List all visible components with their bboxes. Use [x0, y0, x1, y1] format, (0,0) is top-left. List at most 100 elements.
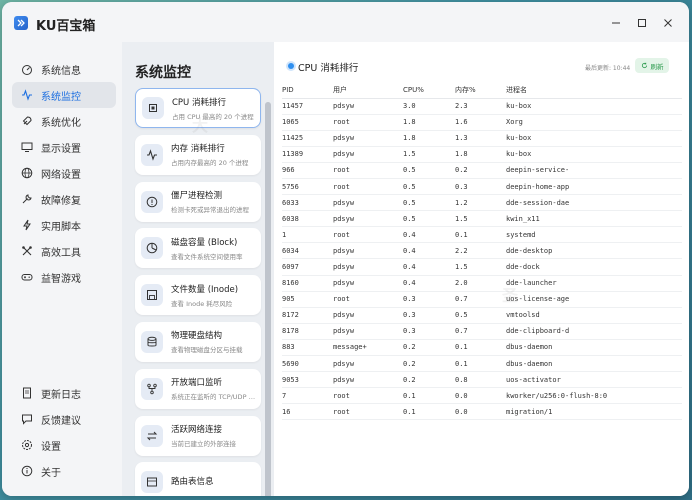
sidebar-item-changelog[interactable]: 更新日志 — [12, 380, 116, 406]
cell-pid: 9053 — [282, 371, 333, 389]
cell-mem: 1.6 — [455, 114, 506, 131]
cell-mem: 0.0 — [455, 387, 506, 405]
cell-user: pdsyw — [333, 355, 403, 373]
sidebar-item-tools[interactable]: 高效工具 — [12, 238, 116, 264]
cell-pid: 5690 — [282, 355, 333, 373]
minimize-button[interactable] — [605, 12, 627, 34]
card-subtitle: 系统正在监听的 TCP/UDP 端口 — [171, 393, 255, 402]
cell-user: pdsyw — [333, 194, 403, 212]
sidebar-item-scripts[interactable]: 实用脚本 — [12, 212, 116, 238]
table-row[interactable]: 8160 pdsyw 0.4 2.0 dde-launcher — [282, 275, 682, 292]
table-row[interactable]: 8172 pdsyw 0.3 0.5 vmtoolsd — [282, 307, 682, 324]
cell-cpu: 0.5 — [403, 178, 455, 196]
cell-cpu: 0.3 — [403, 291, 455, 308]
card-active-connections[interactable]: 活跃网络连接 当前已建立的外部连接 — [135, 415, 261, 456]
dashboard-icon — [20, 62, 34, 76]
sidebar-item-label: 益智游戏 — [41, 273, 81, 285]
panel-scrollbar[interactable] — [265, 102, 271, 496]
table-row[interactable]: 5756 root 0.5 0.3 deepin-home-app — [282, 178, 682, 196]
card-disk-capacity[interactable]: 磁盘容量 (Block) 查看文件系统空间使用率 — [135, 228, 261, 269]
card-title: 活跃网络连接 — [171, 425, 223, 436]
cell-user: pdsyw — [333, 371, 403, 389]
cell-cpu: 0.5 — [403, 210, 455, 228]
table-row[interactable]: 9053 pdsyw 0.2 0.8 uos-activator — [282, 371, 682, 389]
cell-mem: 2.3 — [455, 98, 506, 115]
table-row[interactable]: 8178 pdsyw 0.3 0.7 dde-clipboard-d — [282, 323, 682, 340]
sidebar-item-label: 高效工具 — [41, 247, 81, 259]
cell-process-name: dbus-daemon — [506, 355, 682, 373]
scrollbar-thumb[interactable] — [265, 102, 271, 496]
table-row[interactable]: 6038 pdsyw 0.5 1.5 kwin_x11 — [282, 210, 682, 228]
save-icon — [141, 284, 163, 307]
app-logo-icon — [14, 16, 28, 30]
table-row[interactable]: 1065 root 1.8 1.6 Xorg — [282, 114, 682, 131]
sidebar-item-settings[interactable]: 设置 — [12, 432, 116, 458]
table-row[interactable]: 6097 pdsyw 0.4 1.5 dde-dock — [282, 258, 682, 276]
card-inode-count[interactable]: 文件数量 (Inode) 查看 Inode 耗尽风险 — [135, 275, 261, 316]
cell-cpu: 0.1 — [403, 403, 455, 421]
maximize-button[interactable] — [631, 12, 653, 34]
cell-mem: 0.8 — [455, 371, 506, 389]
refresh-label: 刷新 — [650, 62, 664, 71]
cell-pid: 5756 — [282, 178, 333, 196]
sidebar-item-system-optimize[interactable]: 系统优化 — [12, 108, 116, 134]
card-cpu-ranking[interactable]: CPU 消耗排行 占用 CPU 最高的 20 个进程 — [135, 88, 261, 128]
column-header-pid[interactable]: PID — [282, 82, 333, 99]
card-title: 磁盘容量 (Block) — [171, 237, 238, 248]
sidebar-item-about[interactable]: 关于 — [12, 458, 116, 484]
table-row[interactable]: 11425 pdsyw 1.8 1.3 ku-box — [282, 130, 682, 147]
card-route-table[interactable]: 路由表信息 — [135, 462, 261, 496]
card-disk-structure[interactable]: 物理硬盘结构 查看物理磁盘分区与挂载 — [135, 321, 261, 362]
table-row[interactable]: 16 root 0.1 0.0 migration/1 — [282, 403, 682, 421]
cell-process-name: systemd — [506, 226, 682, 244]
wrench-icon — [20, 192, 34, 206]
cell-process-name: kworker/u256:0-flush-8:0 — [506, 387, 682, 405]
column-header-user[interactable]: 用户 — [333, 82, 403, 99]
sidebar-item-display-settings[interactable]: 显示设置 — [12, 134, 116, 160]
cell-process-name: dbus-daemon — [506, 339, 682, 357]
table-row[interactable]: 883 message+ 0.2 0.1 dbus-daemon — [282, 339, 682, 357]
card-memory-ranking[interactable]: 内存 消耗排行 占用内存最高的 20 个进程 — [135, 134, 261, 175]
rocket-icon — [20, 114, 34, 128]
cell-user: root — [333, 178, 403, 196]
close-button[interactable] — [657, 12, 679, 34]
table-row[interactable]: 5690 pdsyw 0.2 0.1 dbus-daemon — [282, 355, 682, 373]
sidebar-item-network-settings[interactable]: 网络设置 — [12, 160, 116, 186]
cell-mem: 0.1 — [455, 339, 506, 357]
column-header-mem[interactable]: 内存% — [455, 82, 506, 99]
sidebar-item-feedback[interactable]: 反馈建议 — [12, 406, 116, 432]
alert-icon — [141, 190, 163, 213]
gamepad-icon — [20, 270, 34, 284]
table-row[interactable]: 905 root 0.3 0.7 uos-license-age — [282, 291, 682, 308]
cell-cpu: 1.8 — [403, 114, 455, 131]
column-header-process[interactable]: 进程名 — [506, 82, 682, 99]
table-row[interactable]: 7 root 0.1 0.0 kworker/u256:0-flush-8:0 — [282, 387, 682, 405]
table-row[interactable]: 11457 pdsyw 3.0 2.3 ku-box — [282, 98, 682, 115]
cell-mem: 0.1 — [455, 226, 506, 244]
cell-cpu: 3.0 — [403, 98, 455, 115]
sidebar: 系统信息 系统监控 系统优化 显示设置 网络设置 故障修复 实用脚本 高效工具 … — [2, 42, 122, 496]
sidebar-item-repair[interactable]: 故障修复 — [12, 186, 116, 212]
sidebar-item-label: 显示设置 — [41, 143, 81, 155]
cell-mem: 2.0 — [455, 275, 506, 292]
cell-user: pdsyw — [333, 146, 403, 163]
status-dot-icon — [288, 63, 294, 69]
cell-pid: 1065 — [282, 114, 333, 131]
card-zombie-process[interactable]: 僵尸进程检测 检测卡死或异常退出的进程 — [135, 181, 261, 222]
column-header-cpu[interactable]: CPU% — [403, 82, 455, 99]
table-row[interactable]: 6034 pdsyw 0.4 2.2 dde-desktop — [282, 242, 682, 260]
content-header: CPU 消耗排行 最后更新: 10:44 刷新 — [274, 56, 689, 76]
globe-icon — [20, 166, 34, 180]
refresh-button[interactable]: 刷新 — [635, 58, 669, 73]
table-row[interactable]: 11389 pdsyw 1.5 1.8 ku-box — [282, 146, 682, 163]
cell-mem: 1.8 — [455, 146, 506, 163]
table-row[interactable]: 966 root 0.5 0.2 deepin-service- — [282, 162, 682, 179]
table-row[interactable]: 6033 pdsyw 0.5 1.2 dde-session-dae — [282, 194, 682, 212]
sidebar-item-games[interactable]: 益智游戏 — [12, 264, 116, 290]
cell-cpu: 0.4 — [403, 275, 455, 292]
card-open-ports[interactable]: 开放端口监听 系统正在监听的 TCP/UDP 端口 — [135, 368, 261, 409]
feature-card-list: CPU 消耗排行 占用 CPU 最高的 20 个进程 内存 消耗排行 占用内存最高的… — [135, 88, 261, 496]
table-row[interactable]: 1 root 0.4 0.1 systemd — [282, 226, 682, 244]
sidebar-item-system-info[interactable]: 系统信息 — [12, 56, 116, 82]
sidebar-item-system-monitor[interactable]: 系统监控 — [12, 82, 116, 108]
